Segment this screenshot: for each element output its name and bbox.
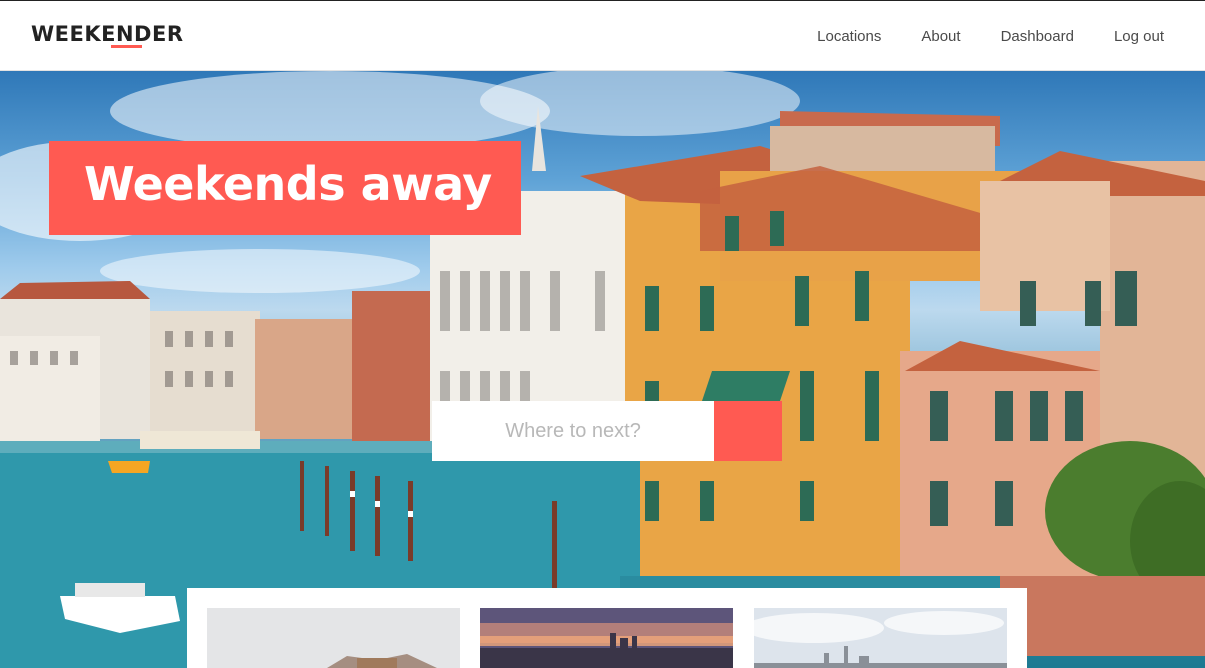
search-icon bbox=[433, 402, 450, 419]
top-navigation-bar: WEEKENDER Locations About Dashboard Log … bbox=[0, 0, 1205, 71]
nav-locations-link[interactable]: Locations bbox=[817, 28, 881, 45]
snowy-landscape-image bbox=[207, 608, 460, 668]
nav-dashboard-link[interactable]: Dashboard bbox=[1001, 28, 1074, 45]
main-nav: Locations About Dashboard Log out bbox=[777, 28, 1164, 45]
destination-search bbox=[432, 401, 782, 461]
destination-search-input[interactable] bbox=[432, 401, 714, 461]
search-button[interactable] bbox=[433, 401, 782, 461]
location-card-image[interactable] bbox=[480, 608, 733, 668]
city-sunset-skyline-image bbox=[480, 608, 733, 668]
nav-logout-link[interactable]: Log out bbox=[1114, 28, 1164, 45]
hero-banner: Weekends away bbox=[0, 71, 1205, 668]
headline-banner: Weekends away bbox=[49, 141, 521, 235]
location-card-image[interactable] bbox=[754, 608, 1007, 668]
nav-about-link[interactable]: About bbox=[921, 28, 960, 45]
brand-logo[interactable]: WEEKENDER bbox=[31, 22, 184, 46]
location-card-image[interactable] bbox=[207, 608, 460, 668]
logo-accent-underline bbox=[111, 45, 142, 48]
hero-headline: Weekends away bbox=[84, 157, 492, 211]
city-skyline-cloudy-image bbox=[754, 608, 1007, 668]
location-cards-section bbox=[187, 588, 1027, 668]
